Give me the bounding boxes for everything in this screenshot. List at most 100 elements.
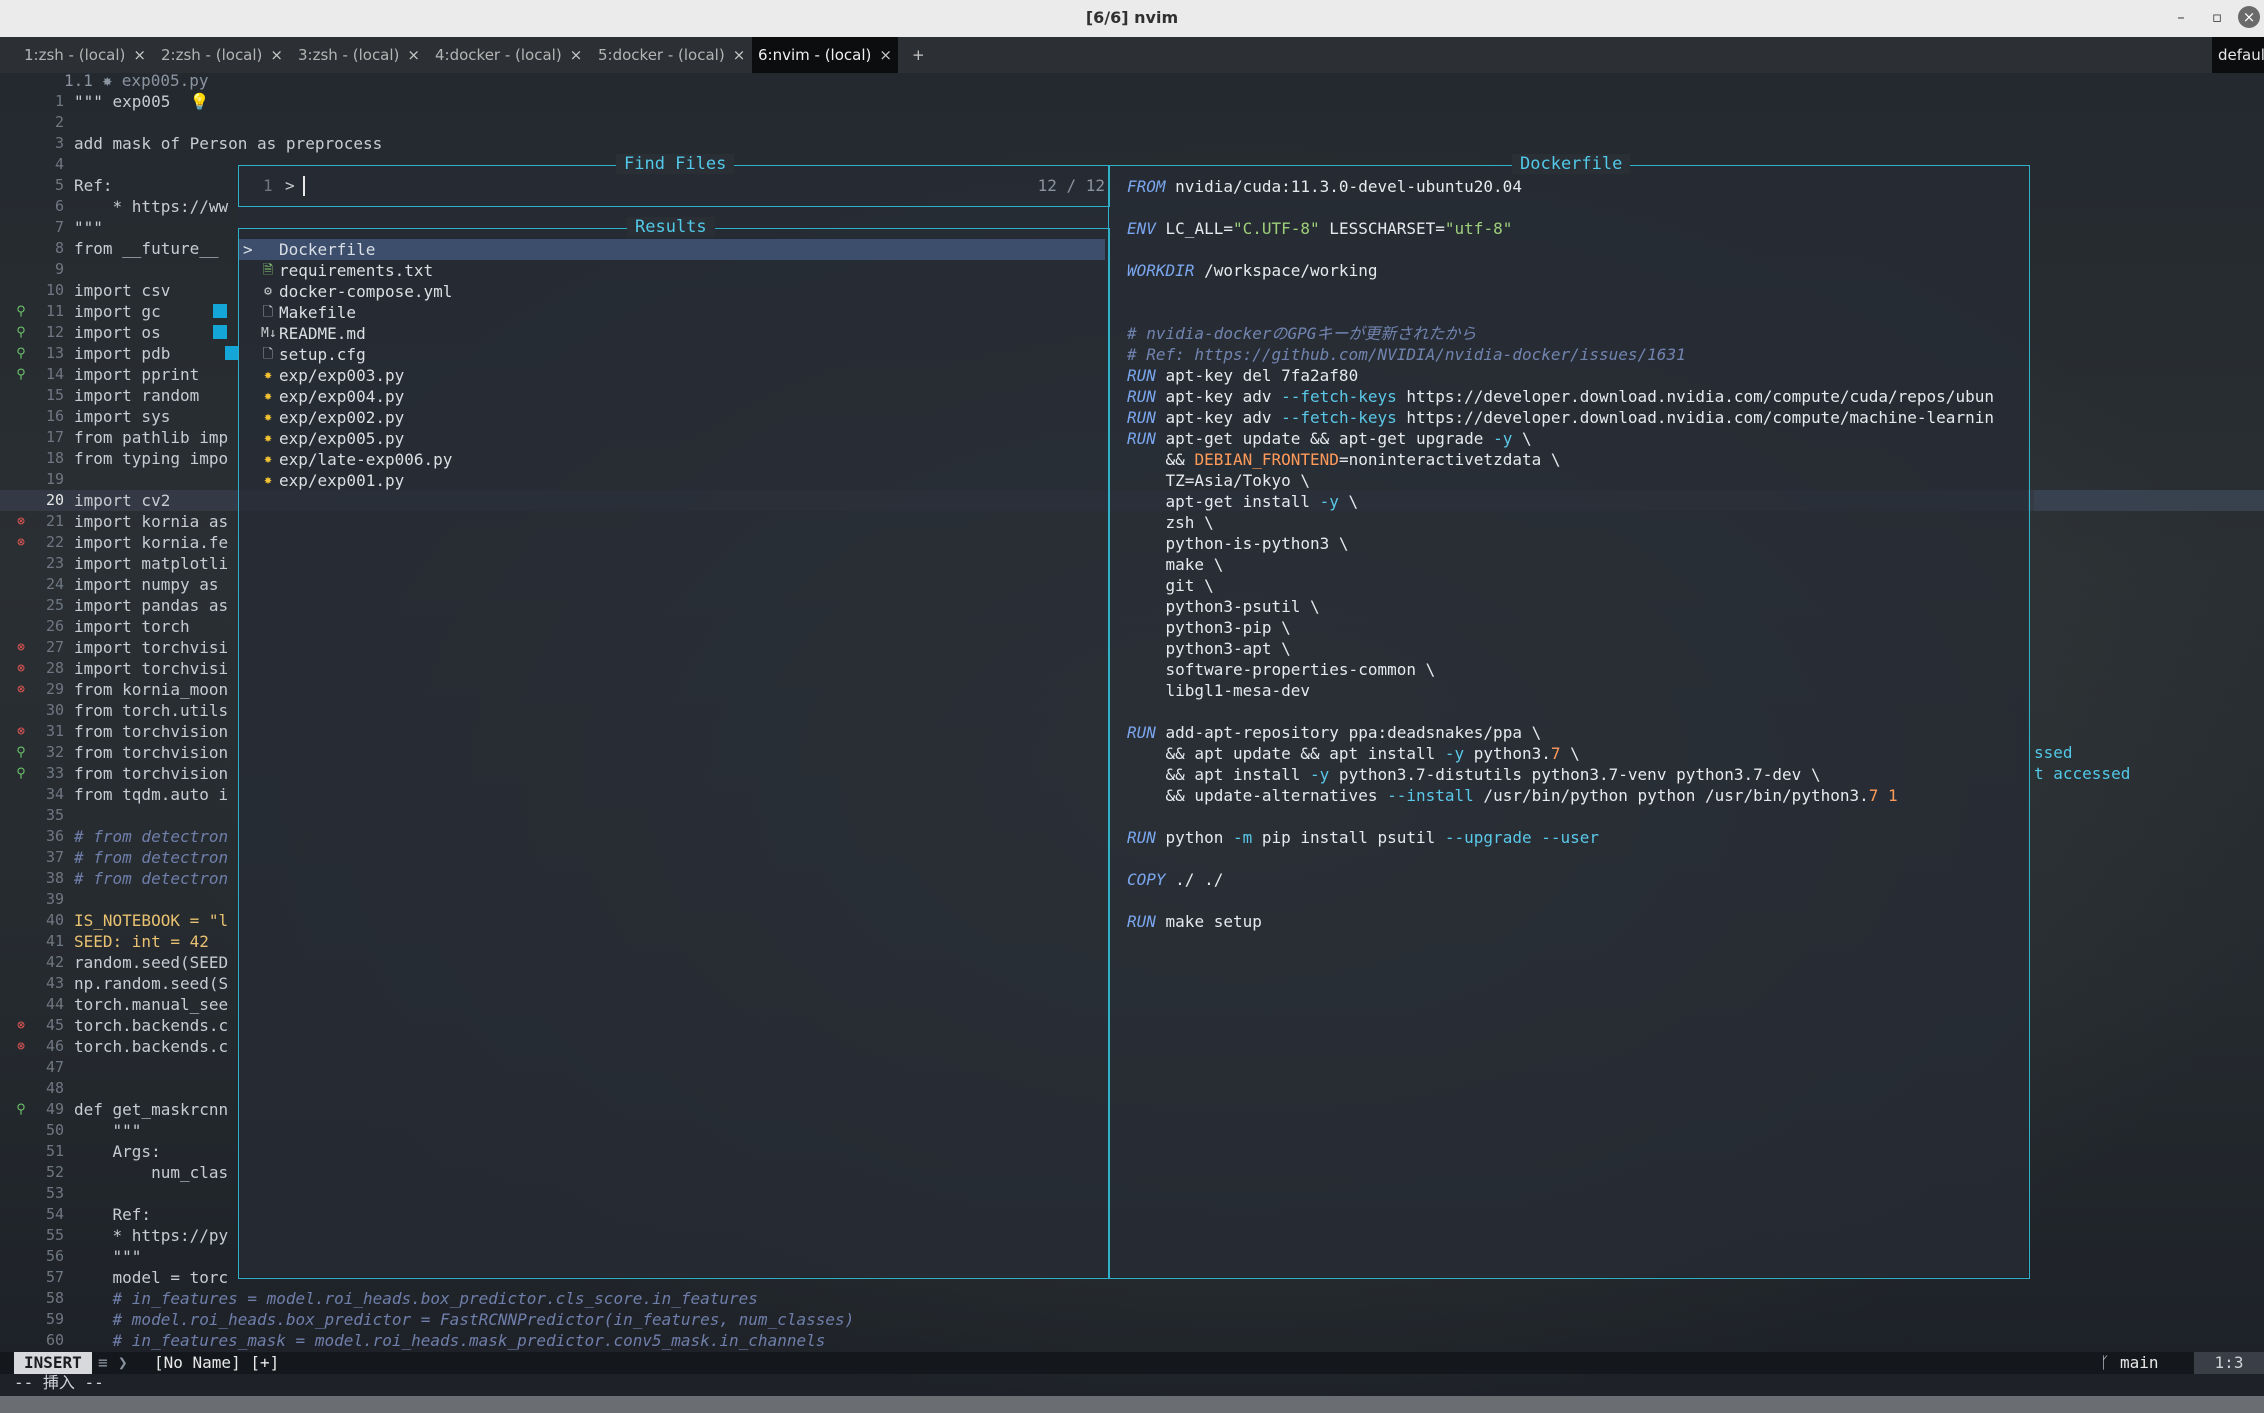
close-icon[interactable]: ×	[133, 46, 146, 64]
code-text: """	[74, 218, 103, 237]
code-text: torch.backends.c	[74, 1016, 229, 1035]
line-number: 24	[45, 575, 64, 593]
editor-line[interactable]: 60 # in_features_mask = model.roi_heads.…	[0, 1330, 2264, 1351]
close-icon[interactable]: ×	[407, 46, 420, 64]
tab-6[interactable]: 6:nvim - (local) ×	[752, 37, 898, 73]
editor-line[interactable]: 2	[0, 112, 2264, 133]
python-icon: ✸	[264, 473, 272, 488]
preview-token: zsh \	[1127, 513, 1214, 532]
preview-token: \	[1560, 744, 1580, 763]
new-tab-button[interactable]: +	[906, 37, 931, 73]
line-number: 53	[45, 1184, 64, 1202]
preview-token: RUN	[1127, 429, 1156, 448]
prompt-symbol: >	[285, 176, 295, 195]
line-number: 19	[45, 470, 64, 488]
result-item[interactable]: ✸ exp/exp002.py	[239, 407, 1105, 428]
result-item[interactable]: 🗎 requirements.txt	[239, 260, 1105, 281]
code-text: import os	[74, 323, 161, 342]
preview-line: && DEBIAN_FRONTEND=noninteractivetzdata …	[1127, 449, 1561, 470]
result-item[interactable]: ⚙ docker-compose.yml	[239, 281, 1105, 302]
code-text: from torchvision	[74, 764, 229, 783]
code-text: np.random.seed(S	[74, 974, 229, 993]
find-files-prompt: Find Files 1 > 12 / 12	[238, 154, 1110, 207]
line-number: 15	[45, 386, 64, 404]
window-titlebar: [6/6] nvim – ▫ ×	[0, 0, 2264, 38]
close-icon[interactable]: ×	[733, 46, 746, 64]
tab-5[interactable]: 5:docker - (local) ×	[592, 37, 751, 73]
dockerfile-preview: FROM nvidia/cuda:11.3.0-devel-ubuntu20.0…	[1109, 176, 2027, 1266]
code-text: import random	[74, 386, 200, 405]
code-text: IS_NOTEBOOK = "l	[74, 911, 229, 930]
result-label: README.md	[279, 324, 366, 343]
result-item[interactable]: ✸ exp/late-exp006.py	[239, 449, 1105, 470]
editor-line[interactable]: 3 add mask of Person as preprocess	[0, 133, 2264, 154]
close-icon[interactable]: ×	[570, 46, 583, 64]
result-label: requirements.txt	[279, 261, 434, 280]
result-item[interactable]: ✸ exp/exp005.py	[239, 428, 1105, 449]
line-number: 30	[45, 701, 64, 719]
tab-label: 6:nvim - (local)	[758, 46, 872, 64]
preview-line: python-is-python3 \	[1127, 533, 1349, 554]
profile-label[interactable]: defaul	[2212, 37, 2264, 73]
code-text: Args:	[74, 1142, 161, 1161]
preview-token: python-is-python3 \	[1127, 534, 1349, 553]
result-item[interactable]: ✸ exp/exp001.py	[239, 470, 1105, 491]
preview-line: libgl1-mesa-dev	[1127, 680, 1311, 701]
menu-icon: ≡	[98, 1353, 108, 1372]
close-icon[interactable]: ×	[879, 46, 892, 64]
code-text: import pandas as	[74, 596, 229, 615]
code-text: random.seed(SEED	[74, 953, 229, 972]
line-number: 43	[45, 974, 64, 992]
code-text: from torchvision	[74, 743, 229, 762]
result-item[interactable]: >>Dockerfile	[239, 239, 1105, 260]
preview-token: apt-get update && apt-get upgrade	[1155, 429, 1494, 448]
preview-token: make \	[1127, 555, 1224, 574]
line-number: 33	[45, 764, 64, 782]
minimize-icon[interactable]: –	[2170, 6, 2192, 28]
line-number: 47	[45, 1058, 64, 1076]
close-icon[interactable]: ×	[270, 46, 283, 64]
preview-token: apt-key adv	[1155, 408, 1282, 427]
tab-4[interactable]: 4:docker - (local) ×	[429, 37, 588, 73]
tab-1[interactable]: 1:zsh - (local) ×	[18, 37, 152, 73]
preview-token: python3.	[1464, 744, 1551, 763]
line-number: 52	[45, 1163, 64, 1181]
preview-token: python3.7-distutils python3.7-venv pytho…	[1329, 765, 1821, 784]
preview-token: /workspace/working	[1194, 261, 1378, 280]
color-swatch	[213, 304, 227, 318]
buffer-name: [No Name] [+]	[154, 1353, 280, 1372]
preview-line: && apt update && apt install -y python3.…	[1127, 743, 1580, 764]
tab-3[interactable]: 3:zsh - (local) ×	[292, 37, 426, 73]
python-icon: ✸	[264, 452, 272, 467]
code-text: num_clas	[74, 1163, 229, 1182]
result-item[interactable]: M↓ README.md	[239, 323, 1105, 344]
line-number: 10	[45, 281, 64, 299]
preview-token: &&	[1127, 450, 1195, 469]
diagnostic-fragment: t accessed	[2034, 764, 2131, 783]
preview-token: "utf-8"	[1444, 219, 1513, 238]
tab-2[interactable]: 2:zsh - (local) ×	[155, 37, 289, 73]
results-panel: Results >>Dockerfile🗎requirements.txt⚙do…	[238, 217, 1110, 1279]
line-number: 9	[54, 260, 64, 278]
result-item[interactable]: 🗋 Makefile	[239, 302, 1105, 323]
result-item[interactable]: 🗋 setup.cfg	[239, 344, 1105, 365]
code-text: # from detectron	[74, 869, 229, 888]
code-text: # model.roi_heads.box_predictor = FastRC…	[74, 1310, 855, 1329]
result-item[interactable]: ✸ exp/exp003.py	[239, 365, 1105, 386]
editor-line[interactable]: 59 # model.roi_heads.box_predictor = Fas…	[0, 1309, 2264, 1330]
python-icon: ✸	[264, 389, 272, 404]
preview-token: ENV	[1127, 219, 1156, 238]
search-input[interactable]	[303, 176, 305, 196]
maximize-icon[interactable]: ▫	[2206, 6, 2228, 28]
preview-token: # Ref: https://github.com/NVIDIA/nvidia-…	[1127, 345, 1686, 364]
editor-line[interactable]: 1 """ exp005 💡	[0, 91, 2264, 112]
code-text: SEED: int = 42	[74, 932, 209, 951]
result-item[interactable]: ✸ exp/exp004.py	[239, 386, 1105, 407]
preview-token: apt-get install	[1127, 492, 1320, 511]
line-number: 6	[54, 197, 64, 215]
close-icon[interactable]: ×	[2238, 6, 2260, 28]
line-number: 8	[54, 239, 64, 257]
line-number: 14	[45, 365, 64, 383]
editor-line[interactable]: 58 # in_features = model.roi_heads.box_p…	[0, 1288, 2264, 1309]
preview-token: apt-key adv	[1155, 387, 1282, 406]
